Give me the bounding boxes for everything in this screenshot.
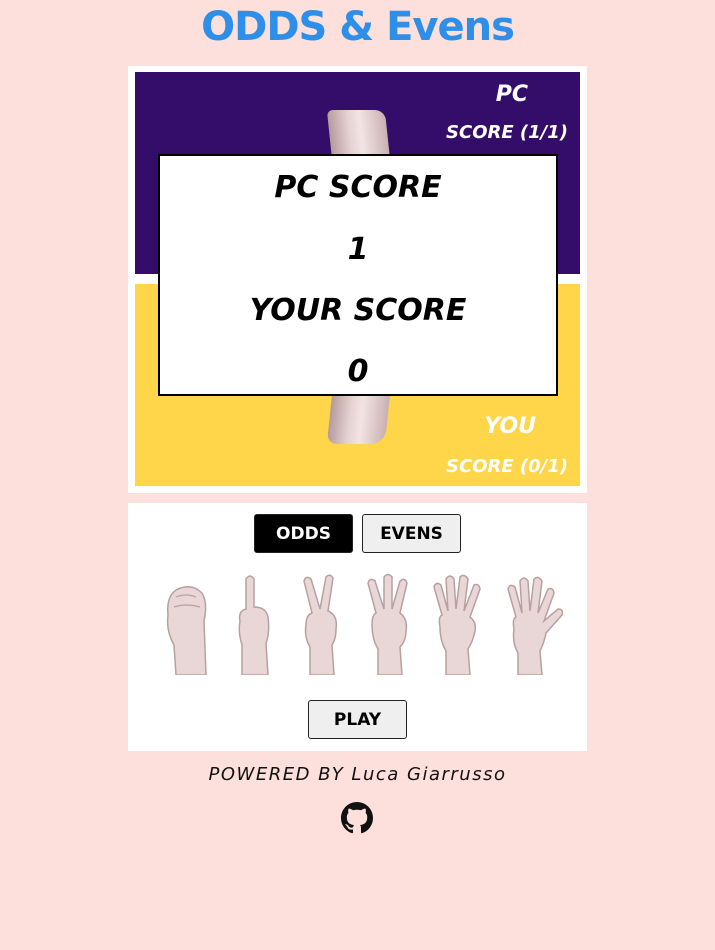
four-fingers-hand-icon[interactable] — [428, 571, 488, 675]
pc-score-value: 1 — [347, 232, 369, 267]
your-score-value: 0 — [347, 354, 369, 389]
fist-hand-icon[interactable] — [156, 571, 216, 675]
score-modal: PC SCORE 1 YOUR SCORE 0 — [158, 154, 558, 396]
app-title: ODDS & Evens — [201, 4, 515, 50]
odds-button[interactable]: ODDS — [254, 514, 353, 553]
play-button[interactable]: PLAY — [308, 700, 407, 739]
evens-button[interactable]: EVENS — [362, 514, 461, 553]
you-round-score: SCORE (0/1) — [446, 456, 568, 477]
two-fingers-hand-icon[interactable] — [292, 571, 352, 675]
github-icon[interactable] — [341, 802, 373, 834]
pc-round-score: SCORE (1/1) — [446, 122, 568, 143]
pc-score-title: PC SCORE — [274, 170, 442, 205]
pc-label: PC — [495, 82, 528, 107]
three-fingers-hand-icon[interactable] — [360, 571, 420, 675]
you-label: YOU — [484, 414, 536, 439]
five-fingers-hand-icon[interactable] — [494, 571, 568, 675]
your-score-title: YOUR SCORE — [249, 293, 467, 328]
controls-panel: ODDS EVENS PLAY — [128, 503, 587, 751]
powered-by-text: POWERED BY Luca Giarrusso — [208, 764, 507, 785]
one-finger-hand-icon[interactable] — [224, 571, 284, 675]
